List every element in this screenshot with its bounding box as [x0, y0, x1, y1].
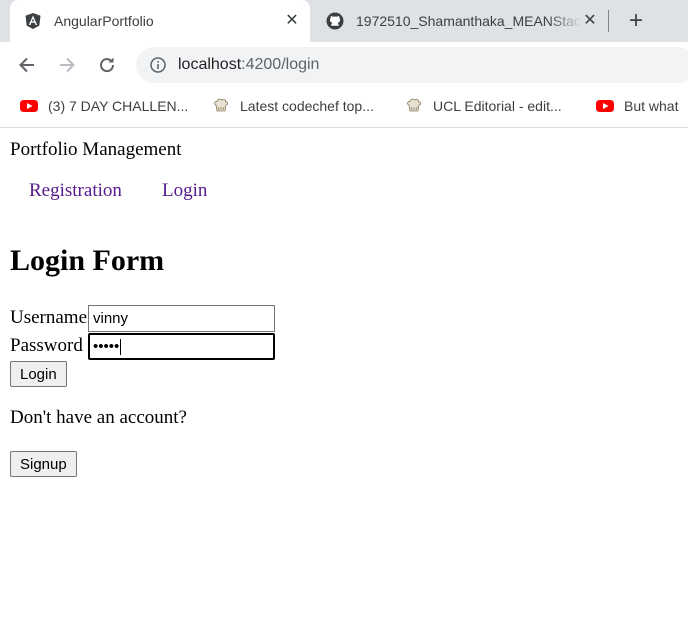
- tab-title: AngularPortfolio: [54, 13, 154, 29]
- signup-button[interactable]: Signup: [10, 451, 77, 477]
- page-content: Portfolio Management Registration Login …: [0, 128, 688, 632]
- bookmark-label: But what: [624, 98, 679, 114]
- address-bar[interactable]: localhost:4200/login: [136, 47, 688, 83]
- page-title: Login Form: [10, 244, 165, 277]
- bookmark-item[interactable]: But what: [596, 96, 678, 116]
- bookmark-label: Latest codechef top...: [240, 98, 374, 114]
- codechef-icon: [407, 98, 422, 112]
- bookmark-item[interactable]: Latest codechef top...: [212, 96, 374, 116]
- password-field[interactable]: •••••: [88, 333, 275, 360]
- login-button[interactable]: Login: [10, 361, 67, 387]
- github-icon: [326, 12, 344, 30]
- tab-separator: [608, 10, 609, 32]
- app-brand: Portfolio Management: [10, 139, 182, 160]
- bookmark-item[interactable]: UCL Editorial - edit...: [405, 96, 562, 116]
- url-host: localhost: [178, 56, 242, 73]
- tab-github-repo[interactable]: 1972510_Shamanthaka_MEANStack ✕: [318, 0, 608, 42]
- tab-title: 1972510_Shamanthaka_MEANStack: [356, 13, 582, 29]
- username-value: vinny: [93, 310, 129, 327]
- bookmark-label: UCL Editorial - edit...: [433, 98, 562, 114]
- angular-icon: [25, 13, 41, 29]
- back-arrow-icon[interactable]: [16, 54, 38, 76]
- bookmark-label: (3) 7 DAY CHALLEN...: [48, 98, 189, 114]
- password-mask: •••••: [93, 338, 120, 355]
- bookmarks-bar: (3) 7 DAY CHALLEN... Latest codechef top…: [0, 88, 688, 124]
- nav-registration-link[interactable]: Registration: [29, 180, 122, 202]
- forward-arrow-icon[interactable]: [56, 54, 78, 76]
- reload-icon[interactable]: [96, 54, 118, 76]
- url-path: :4200/login: [241, 56, 320, 73]
- info-icon[interactable]: [150, 57, 166, 73]
- browser-toolbar: localhost:4200/login: [0, 42, 688, 88]
- youtube-icon: [20, 100, 38, 112]
- codechef-icon: [214, 98, 229, 112]
- youtube-icon: [596, 100, 614, 112]
- username-label: Username: [10, 307, 88, 328]
- password-label: Password: [10, 335, 83, 356]
- close-tab-icon[interactable]: ✕: [582, 13, 598, 29]
- nav-login-link[interactable]: Login: [162, 180, 207, 202]
- close-tab-icon[interactable]: ✕: [284, 13, 300, 29]
- bookmark-item[interactable]: (3) 7 DAY CHALLEN...: [20, 96, 188, 116]
- new-tab-icon[interactable]: +: [624, 9, 648, 33]
- text-caret: [120, 338, 122, 355]
- no-account-text: Don't have an account?: [10, 407, 187, 428]
- tab-strip: AngularPortfolio ✕ 1972510_Shamanthaka_M…: [0, 0, 688, 42]
- tab-angular-portfolio[interactable]: AngularPortfolio ✕: [10, 0, 310, 42]
- username-field[interactable]: vinny: [88, 305, 275, 332]
